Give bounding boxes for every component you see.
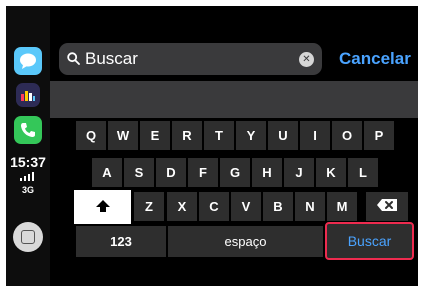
cancel-button[interactable]: Cancelar <box>339 49 411 69</box>
key-t[interactable]: T <box>204 121 234 150</box>
search-field[interactable]: ✕ <box>59 43 322 75</box>
key-e[interactable]: E <box>140 121 170 150</box>
key-f[interactable]: F <box>188 158 218 187</box>
key-i[interactable]: I <box>300 121 330 150</box>
shift-key[interactable] <box>74 190 131 224</box>
key-b[interactable]: B <box>263 192 293 221</box>
key-w[interactable]: W <box>108 121 138 150</box>
messages-icon[interactable] <box>14 47 42 75</box>
search-icon <box>67 52 80 70</box>
key-m[interactable]: M <box>327 192 357 221</box>
close-icon: ✕ <box>302 54 311 65</box>
key-s[interactable]: S <box>124 158 154 187</box>
key-n[interactable]: N <box>295 192 325 221</box>
key-x[interactable]: X <box>167 192 197 221</box>
status-time: 15:37 <box>10 154 46 170</box>
backspace-key[interactable] <box>366 192 408 221</box>
key-l[interactable]: L <box>348 158 378 187</box>
carplay-screen: 15:37 3G ✕ Cancelar Q W E R T Y U I O <box>6 6 418 286</box>
signal-strength-icon <box>20 171 38 181</box>
carplay-dock: 15:37 3G <box>6 6 50 286</box>
key-z[interactable]: Z <box>134 192 164 221</box>
key-y[interactable]: Y <box>236 121 266 150</box>
key-p[interactable]: P <box>364 121 394 150</box>
keyboard: Q W E R T Y U I O P A S D F G H J K L Z … <box>74 121 414 261</box>
key-r[interactable]: R <box>172 121 202 150</box>
key-h[interactable]: H <box>252 158 282 187</box>
music-app-icon[interactable] <box>16 83 40 107</box>
backspace-icon <box>376 198 398 215</box>
search-results-area <box>50 81 418 118</box>
key-u[interactable]: U <box>268 121 298 150</box>
phone-icon[interactable] <box>14 116 42 144</box>
space-key[interactable]: espaço <box>168 226 323 257</box>
key-q[interactable]: Q <box>76 121 106 150</box>
key-k[interactable]: K <box>316 158 346 187</box>
network-type: 3G <box>21 185 34 195</box>
key-v[interactable]: V <box>231 192 261 221</box>
key-a[interactable]: A <box>92 158 122 187</box>
search-input[interactable] <box>85 47 285 71</box>
home-button[interactable] <box>13 222 43 252</box>
numbers-key[interactable]: 123 <box>76 226 166 257</box>
shift-arrow-icon <box>95 199 111 216</box>
clear-search-button[interactable]: ✕ <box>299 52 314 67</box>
home-button-icon <box>21 230 35 244</box>
search-return-key[interactable]: Buscar <box>325 222 414 260</box>
key-g[interactable]: G <box>220 158 250 187</box>
key-d[interactable]: D <box>156 158 186 187</box>
key-c[interactable]: C <box>199 192 229 221</box>
key-j[interactable]: J <box>284 158 314 187</box>
key-o[interactable]: O <box>332 121 362 150</box>
